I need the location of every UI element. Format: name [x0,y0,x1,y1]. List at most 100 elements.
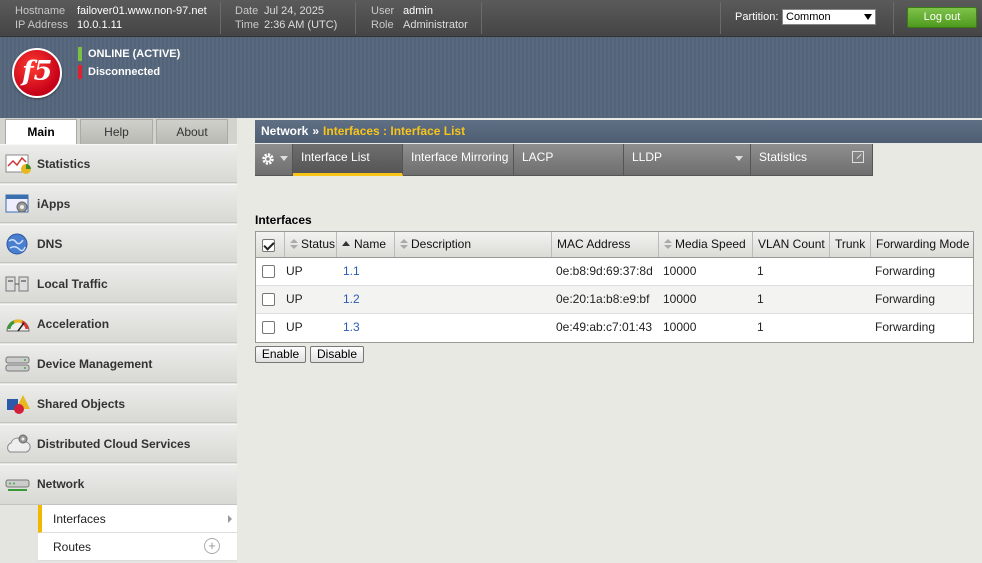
col-vlan-label: VLAN Count [758,237,825,251]
sidebar-item-statistics[interactable]: Statistics [0,144,237,183]
interface-link[interactable]: 1.2 [343,292,360,306]
enable-button[interactable]: Enable [255,346,306,363]
cell-vlan-count: 1 [757,320,764,334]
hostname-value: failover01.www.non-97.net [77,5,207,17]
interface-link[interactable]: 1.1 [343,264,360,278]
sidebar-item-iapps[interactable]: iApps [0,184,237,223]
divider [355,2,356,34]
cell-description [395,314,552,342]
breadcrumb-separator: » [312,124,320,138]
sidebar-item-shared-objects[interactable]: Shared Objects [0,384,237,423]
col-trunk[interactable]: Trunk [830,232,871,257]
sidebar-item-label: Network [37,477,85,491]
sidebar-subitem-interfaces[interactable]: Interfaces [38,505,237,533]
cell-name: 1.2 [338,286,396,313]
divider [220,2,221,34]
sidebar-item-label: Distributed Cloud Services [37,437,191,451]
tab-lacp[interactable]: LACP [514,144,624,176]
chevron-down-icon [864,14,872,20]
status-green-indicator [78,47,82,61]
sidebar-item-local-traffic[interactable]: Local Traffic [0,264,237,303]
breadcrumb: Network » Interfaces : Interface List [255,120,982,143]
tab-statistics-label: Statistics [759,150,808,164]
network-icon [5,479,30,491]
tab-help[interactable]: Help [80,119,153,144]
add-route-icon[interactable]: + [204,538,220,554]
cell-mac: 0e:49:ab:c7:01:43 [556,320,653,334]
sidebar-item-acceleration[interactable]: Acceleration [0,304,237,343]
sidebar: Statistics iApps DNS Local Traffic Accel… [0,144,237,563]
divider [893,2,894,34]
col-media-speed[interactable]: Media Speed [659,232,753,257]
col-speed-label: Media Speed [675,237,746,251]
nav-tabs: Main Help About [0,118,237,145]
sidebar-subitem-routes[interactable]: Routes + [38,533,237,561]
cell-forwarding: Forwarding [875,320,936,334]
tab-interface-mirroring[interactable]: Interface Mirroring [403,144,514,176]
row-checkbox[interactable] [262,265,275,278]
cell-mac: 0e:20:1a:b8:e9:bf [556,292,650,306]
tab-interface-list[interactable]: Interface List [293,144,403,176]
sidebar-item-dns[interactable]: DNS [0,224,237,263]
cloud-gear-icon [7,434,31,453]
sidebar-subitem-label: Routes [53,540,92,554]
top-info-bar: Hostname failover01.www.non-97.net IP Add… [0,0,982,37]
dns-globe-icon [6,233,28,255]
status-online: ONLINE (ACTIVE) [78,47,180,61]
chevron-down-icon [735,156,743,161]
settings-menu-button[interactable] [255,144,293,176]
cell-status: UP [286,264,303,278]
col-status-label: Status [301,237,336,251]
iapps-icon [5,194,29,213]
banner: f5 ONLINE (ACTIVE) Disconnected [0,37,982,118]
tab-statistics[interactable]: Statistics [751,144,873,176]
interface-link[interactable]: 1.3 [343,320,360,334]
disable-button[interactable]: Disable [310,346,364,363]
user-info: User admin Role Administrator [371,4,468,32]
cell-speed: 10000 [663,320,697,334]
col-name[interactable]: Name [337,232,395,257]
table-row: UP 1.2 0e:20:1a:b8:e9:bf 10000 1 Forward… [256,286,973,314]
col-status[interactable]: Status [285,232,337,257]
sidebar-item-network[interactable]: Network [0,464,237,505]
cell-speed: 10000 [663,292,697,306]
divider [720,2,721,34]
logo-text: f5 [22,56,53,87]
cell-forwarding: Forwarding [875,292,936,306]
col-vlan-count[interactable]: VLAN Count [753,232,830,257]
logout-button[interactable]: Log out [907,7,977,28]
status-sync: Disconnected [78,65,160,79]
row-checkbox[interactable] [262,321,275,334]
cell-vlan-count: 1 [757,264,764,278]
sidebar-item-device-management[interactable]: Device Management [0,344,237,383]
f5-logo: f5 [12,48,62,98]
tab-main[interactable]: Main [5,119,77,145]
breadcrumb-root[interactable]: Network [261,124,308,138]
sidebar-item-label: iApps [37,197,71,211]
date-label: Date [235,5,259,17]
partition-select[interactable]: Common [782,9,876,25]
sidebar-item-distributed-cloud-services[interactable]: Distributed Cloud Services [0,424,237,463]
col-mac-address[interactable]: MAC Address [552,232,659,257]
acceleration-gauge-icon [6,319,30,332]
cell-name: 1.1 [338,258,396,285]
col-forwarding-mode[interactable]: Forwarding Mode [871,232,975,257]
chevron-down-icon [280,156,288,161]
cell-forwarding: Forwarding [875,264,936,278]
time-value: 2:36 AM (UTC) [264,19,338,31]
sort-icon [664,239,672,249]
select-all-checkbox[interactable] [262,239,275,252]
cell-speed: 10000 [663,264,697,278]
user-label: User [371,5,395,17]
tab-lldp[interactable]: LLDP [624,144,751,176]
time-label: Time [235,19,260,31]
cell-status: UP [286,292,303,306]
date-value: Jul 24, 2025 [264,5,324,17]
col-description[interactable]: Description [395,232,552,257]
status-online-text: ONLINE (ACTIVE) [88,48,181,60]
row-checkbox[interactable] [262,293,275,306]
sidebar-item-label: Local Traffic [37,277,108,291]
host-info: Hostname failover01.www.non-97.net IP Add… [15,4,207,32]
tab-about[interactable]: About [156,119,228,144]
divider [481,2,482,34]
